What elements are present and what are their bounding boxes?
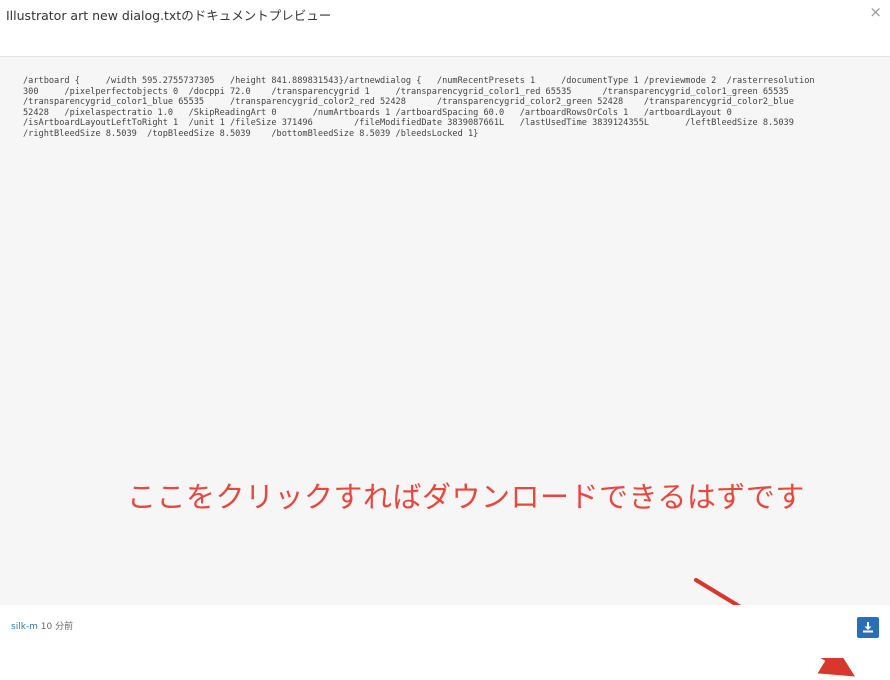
- document-preview-dialog: Illustrator art new dialog.txtのドキュメントプレビ…: [0, 0, 890, 677]
- preview-text: /artboard { /width 595.2755737305 /heigh…: [23, 76, 815, 139]
- dialog-footer: silk-m 10 分前: [0, 605, 890, 658]
- document-preview-area: /artboard { /width 595.2755737305 /heigh…: [0, 57, 890, 677]
- download-button[interactable]: [857, 617, 879, 638]
- author-link[interactable]: silk-m: [11, 622, 38, 632]
- dialog-header: Illustrator art new dialog.txtのドキュメントプレビ…: [0, 0, 890, 57]
- posted-time: 10 分前: [37, 622, 74, 632]
- post-meta: silk-m 10 分前: [11, 619, 73, 632]
- close-icon[interactable]: ×: [869, 4, 882, 20]
- dialog-title: Illustrator art new dialog.txtのドキュメントプレビ…: [6, 8, 332, 23]
- annotation-text: ここをクリックすればダウンロードできるはずです: [127, 480, 805, 514]
- download-icon: [863, 622, 873, 633]
